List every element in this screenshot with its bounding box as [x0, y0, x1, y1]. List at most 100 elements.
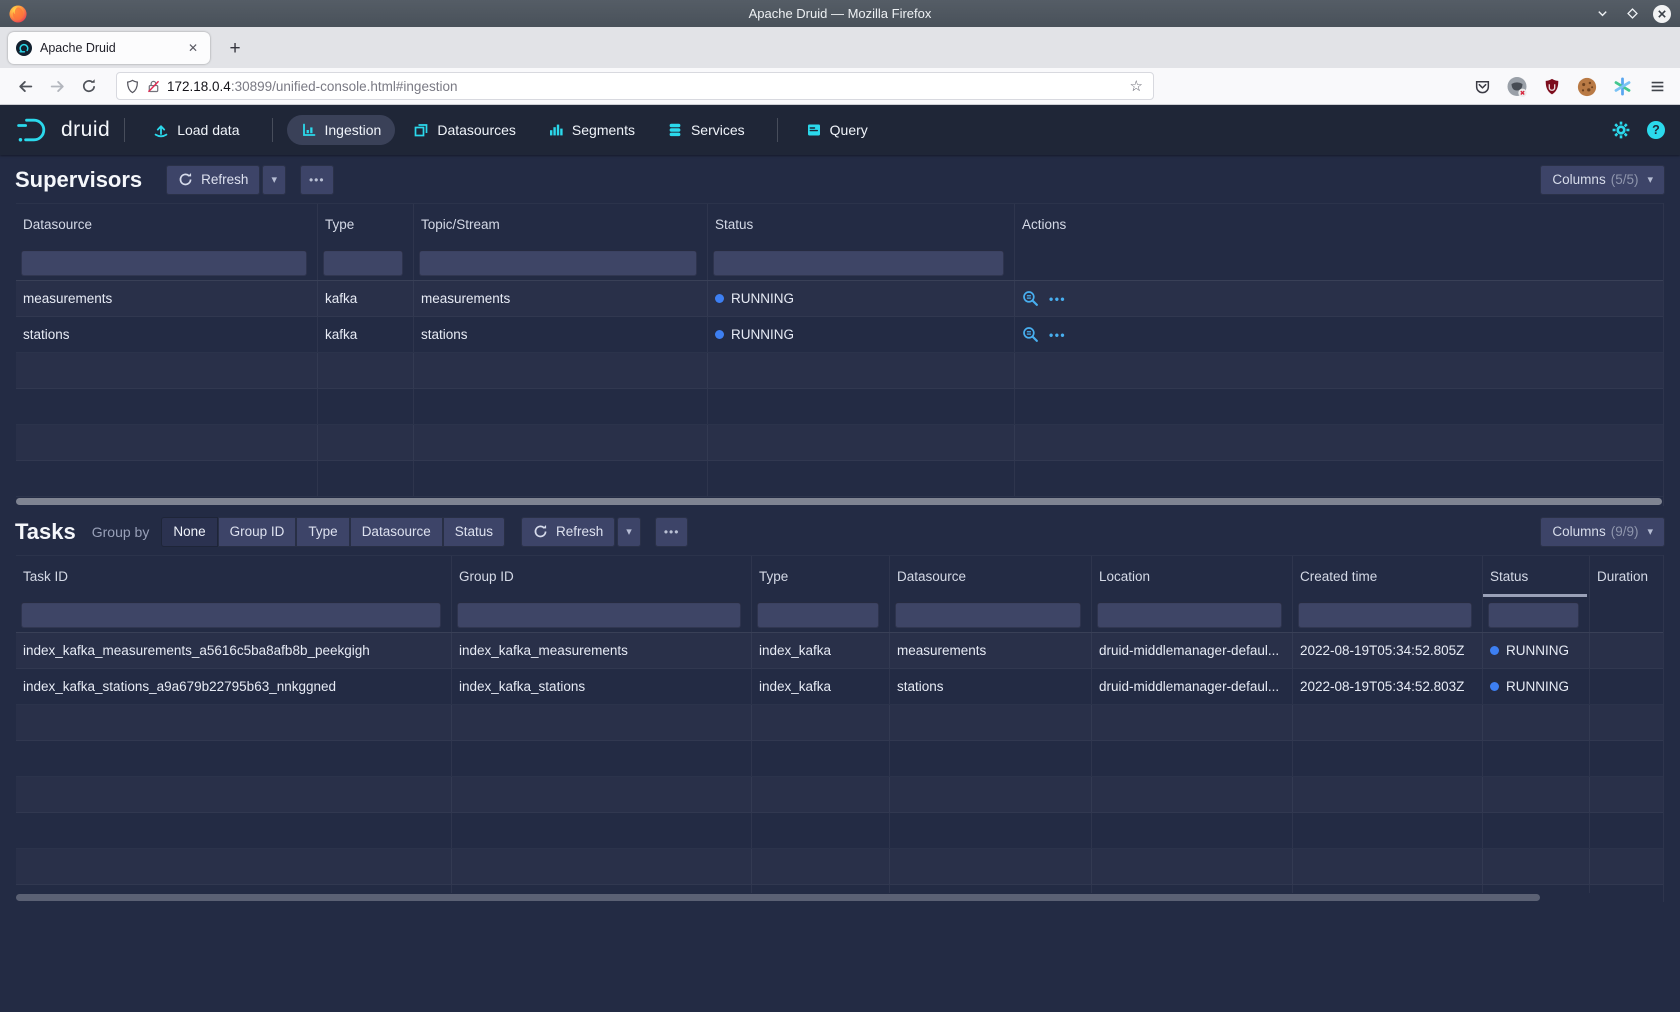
privacy-masks-extension-icon[interactable]	[1504, 74, 1530, 100]
supervisor-row[interactable]: measurements kafka measurements RUNNING …	[16, 281, 1663, 317]
cookie-extension-icon[interactable]	[1574, 74, 1600, 100]
url-bar[interactable]: 172.18.0.4:30899/unified-console.html#in…	[116, 72, 1154, 100]
datasource-filter-input[interactable]	[895, 602, 1081, 628]
druid-navbar: druid Load data Ingestion	[0, 105, 1680, 155]
column-header[interactable]: Status	[708, 204, 1015, 245]
cell-group-id: index_kafka_measurements	[452, 633, 752, 668]
view-detail-magnifier-icon[interactable]	[1022, 290, 1039, 307]
shield-icon[interactable]	[125, 79, 140, 94]
column-header[interactable]: Location	[1092, 556, 1293, 597]
column-header-sorted[interactable]: Status	[1483, 556, 1590, 597]
column-header[interactable]: Topic/Stream	[414, 204, 708, 245]
settings-gear-icon[interactable]	[1611, 120, 1631, 140]
nav-item-datasources[interactable]: Datasources	[399, 115, 530, 145]
status-dot	[715, 330, 724, 339]
task-row[interactable]: index_kafka_stations_a9a679b22795b63_nnk…	[16, 669, 1663, 705]
group-id-filter-input[interactable]	[457, 602, 741, 628]
nav-item-query[interactable]: Query	[792, 115, 882, 145]
status-filter-input[interactable]	[713, 250, 1004, 276]
reload-icon[interactable]	[74, 72, 104, 100]
tasks-columns-button[interactable]: Columns (9/9) ▾	[1540, 517, 1665, 547]
group-by-type-button[interactable]: Type	[296, 517, 349, 547]
asterisk-extension-icon[interactable]	[1609, 74, 1635, 100]
supervisors-horizontal-scrollbar[interactable]	[16, 497, 1663, 506]
datasource-filter-input[interactable]	[21, 250, 307, 276]
column-header[interactable]: Created time	[1293, 556, 1483, 597]
cell-created-time: 2022-08-19T05:34:52.805Z	[1293, 633, 1483, 668]
status-label: RUNNING	[731, 291, 794, 306]
back-icon[interactable]	[10, 72, 40, 100]
navbar-divider	[272, 118, 273, 142]
created-time-filter-input[interactable]	[1298, 602, 1472, 628]
tasks-more-button[interactable]: •••	[655, 517, 689, 547]
tab-close-icon[interactable]: ✕	[184, 39, 202, 57]
supervisor-row[interactable]: stations kafka stations RUNNING •••	[16, 317, 1663, 353]
pocket-icon[interactable]	[1469, 74, 1495, 100]
nav-item-ingestion[interactable]: Ingestion	[287, 115, 396, 145]
tasks-table-header: Task ID Group ID Type Datasource Locatio…	[16, 555, 1663, 597]
task-row[interactable]: index_kafka_measurements_a5616c5ba8afb8b…	[16, 633, 1663, 669]
nav-item-segments[interactable]: Segments	[534, 115, 649, 145]
type-filter-input[interactable]	[323, 250, 403, 276]
bookmark-star-icon[interactable]: ☆	[1128, 77, 1145, 95]
row-more-actions-icon[interactable]: •••	[1049, 328, 1066, 342]
cell-task-id: index_kafka_measurements_a5616c5ba8afb8b…	[16, 633, 452, 668]
nav-item-label: Query	[830, 122, 868, 138]
ublock-origin-icon[interactable]	[1539, 74, 1565, 100]
refresh-icon	[533, 524, 548, 539]
column-header[interactable]: Datasource	[890, 556, 1092, 597]
new-tab-button[interactable]: +	[222, 36, 248, 62]
group-by-datasource-button[interactable]: Datasource	[350, 517, 443, 547]
browser-tab[interactable]: Apache Druid ✕	[8, 32, 210, 64]
nav-item-load-data[interactable]: Load data	[139, 115, 253, 145]
column-header[interactable]: Actions	[1015, 204, 1663, 245]
column-header[interactable]: Datasource	[16, 204, 318, 245]
insecure-lock-icon[interactable]	[146, 79, 161, 94]
status-filter-input[interactable]	[1488, 602, 1579, 628]
group-by-label: Group by	[92, 524, 150, 540]
group-by-status-button[interactable]: Status	[443, 517, 505, 547]
row-more-actions-icon[interactable]: •••	[1049, 292, 1066, 306]
column-header[interactable]: Duration	[1590, 556, 1663, 597]
cell-duration	[1590, 633, 1663, 668]
forward-icon[interactable]	[42, 72, 72, 100]
tasks-refresh-button[interactable]: Refresh	[521, 517, 615, 547]
group-by-group-id-button[interactable]: Group ID	[218, 517, 297, 547]
nav-item-services[interactable]: Services	[653, 115, 759, 145]
task-id-filter-input[interactable]	[21, 602, 441, 628]
group-by-none-button[interactable]: None	[161, 517, 217, 547]
column-header[interactable]: Group ID	[452, 556, 752, 597]
empty-row	[16, 705, 1663, 741]
help-icon[interactable]: ?	[1647, 121, 1665, 139]
druid-brand[interactable]: druid	[15, 116, 110, 144]
supervisors-refresh-button[interactable]: Refresh	[166, 165, 260, 195]
supervisors-more-button[interactable]: •••	[300, 165, 334, 195]
columns-label: Columns	[1552, 524, 1605, 539]
supervisors-refresh-dropdown-button[interactable]: ▾	[262, 165, 286, 195]
tasks-filter-row	[16, 597, 1663, 633]
column-header[interactable]: Type	[318, 204, 414, 245]
type-filter-input[interactable]	[757, 602, 879, 628]
cell-type: kafka	[318, 317, 414, 352]
nav-item-label: Datasources	[437, 122, 516, 138]
topic-stream-filter-input[interactable]	[419, 250, 697, 276]
view-detail-magnifier-icon[interactable]	[1022, 326, 1039, 343]
window-close-icon[interactable]	[1652, 4, 1672, 24]
supervisors-table: Datasource Type Topic/Stream Status Acti…	[16, 203, 1664, 506]
location-filter-input[interactable]	[1097, 602, 1282, 628]
column-header[interactable]: Task ID	[16, 556, 452, 597]
tasks-refresh-dropdown-button[interactable]: ▾	[617, 517, 641, 547]
window-maximize-icon[interactable]	[1622, 4, 1642, 24]
services-icon	[667, 122, 683, 138]
column-header[interactable]: Type	[752, 556, 890, 597]
window-minimize-icon[interactable]	[1592, 4, 1612, 24]
caret-down-icon: ▾	[626, 525, 632, 538]
navbar-divider	[124, 118, 125, 142]
cell-status: RUNNING	[708, 281, 1015, 316]
supervisors-table-header: Datasource Type Topic/Stream Status Acti…	[16, 203, 1663, 245]
menu-hamburger-icon[interactable]	[1644, 74, 1670, 100]
status-dot	[1490, 682, 1499, 691]
cell-type: kafka	[318, 281, 414, 316]
tasks-horizontal-scrollbar[interactable]	[16, 893, 1663, 902]
supervisors-columns-button[interactable]: Columns (5/5) ▾	[1540, 165, 1665, 195]
